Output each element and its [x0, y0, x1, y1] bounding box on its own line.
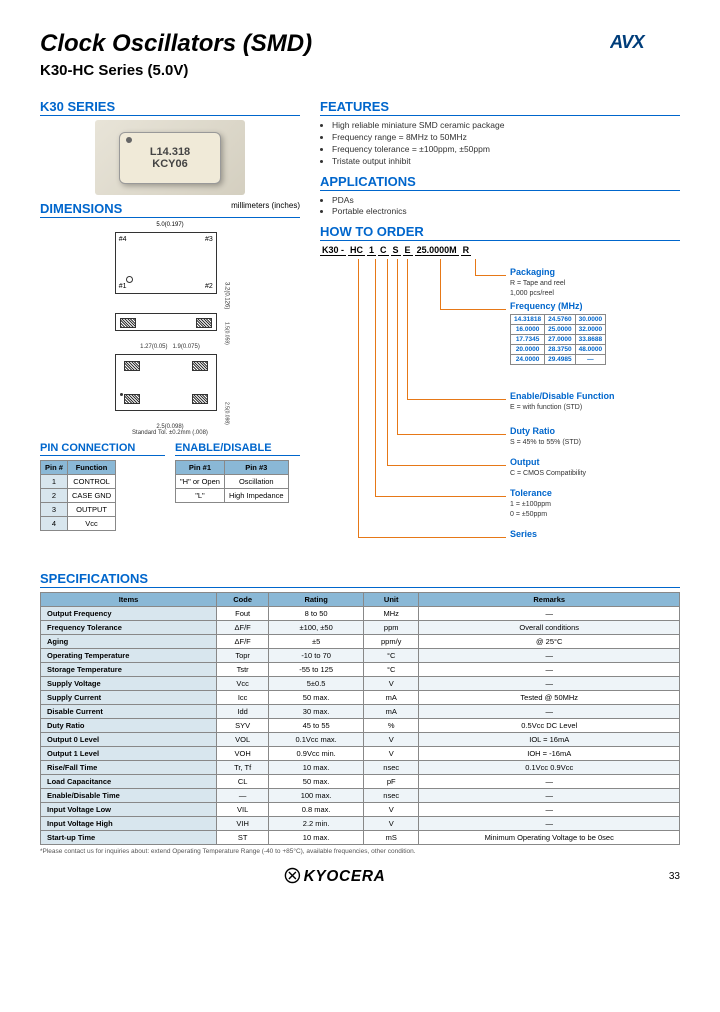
specifications-heading: SPECIFICATIONS — [40, 571, 680, 588]
avx-logo: AVX — [610, 30, 680, 62]
chip-marking-1: L14.318 — [150, 146, 190, 158]
ordering-diagram: K30 - HC 1 C S E 25.0000M R PackagingR =… — [320, 245, 680, 565]
svg-text:AVX: AVX — [610, 32, 647, 52]
dimensions-heading: DIMENSIONS millimeters (inches) — [40, 201, 300, 218]
dimension-drawings: 5.0(0.197) #4 #3 #1 #2 3.2(0.126) 1.5(0.… — [40, 222, 300, 436]
kyocera-logo: KYOCERA — [284, 869, 424, 891]
series-heading: K30 SERIES — [40, 99, 300, 116]
features-heading: FEATURES — [320, 99, 680, 116]
applications-heading: APPLICATIONS — [320, 174, 680, 191]
dimensions-units: millimeters (inches) — [231, 201, 300, 210]
enable-disable-table: Pin #1Pin #3 "H" or OpenOscillation "L"H… — [175, 460, 289, 503]
page-title: Clock Oscillators (SMD) — [40, 30, 312, 58]
page-subtitle: K30-HC Series (5.0V) — [40, 62, 312, 79]
product-photo: L14.318 KCY06 — [95, 120, 245, 195]
specifications-table: ItemsCodeRatingUnitRemarks Output Freque… — [40, 592, 680, 845]
svg-text:KYOCERA: KYOCERA — [304, 868, 386, 885]
pin-connection-heading: PIN CONNECTION — [40, 442, 165, 456]
features-list: High reliable miniature SMD ceramic pack… — [320, 120, 680, 168]
footnote: *Please contact us for inquiries about: … — [40, 848, 680, 855]
how-to-order-heading: HOW TO ORDER — [320, 224, 680, 241]
chip-marking-2: KCY06 — [152, 158, 187, 170]
pin-connection-table: Pin #Function 1CONTROL 2CASE GND 3OUTPUT… — [40, 460, 116, 531]
applications-list: PDAs Portable electronics — [320, 195, 680, 219]
enable-disable-heading: ENABLE/DISABLE — [175, 442, 300, 456]
page-number: 33 — [669, 871, 680, 882]
